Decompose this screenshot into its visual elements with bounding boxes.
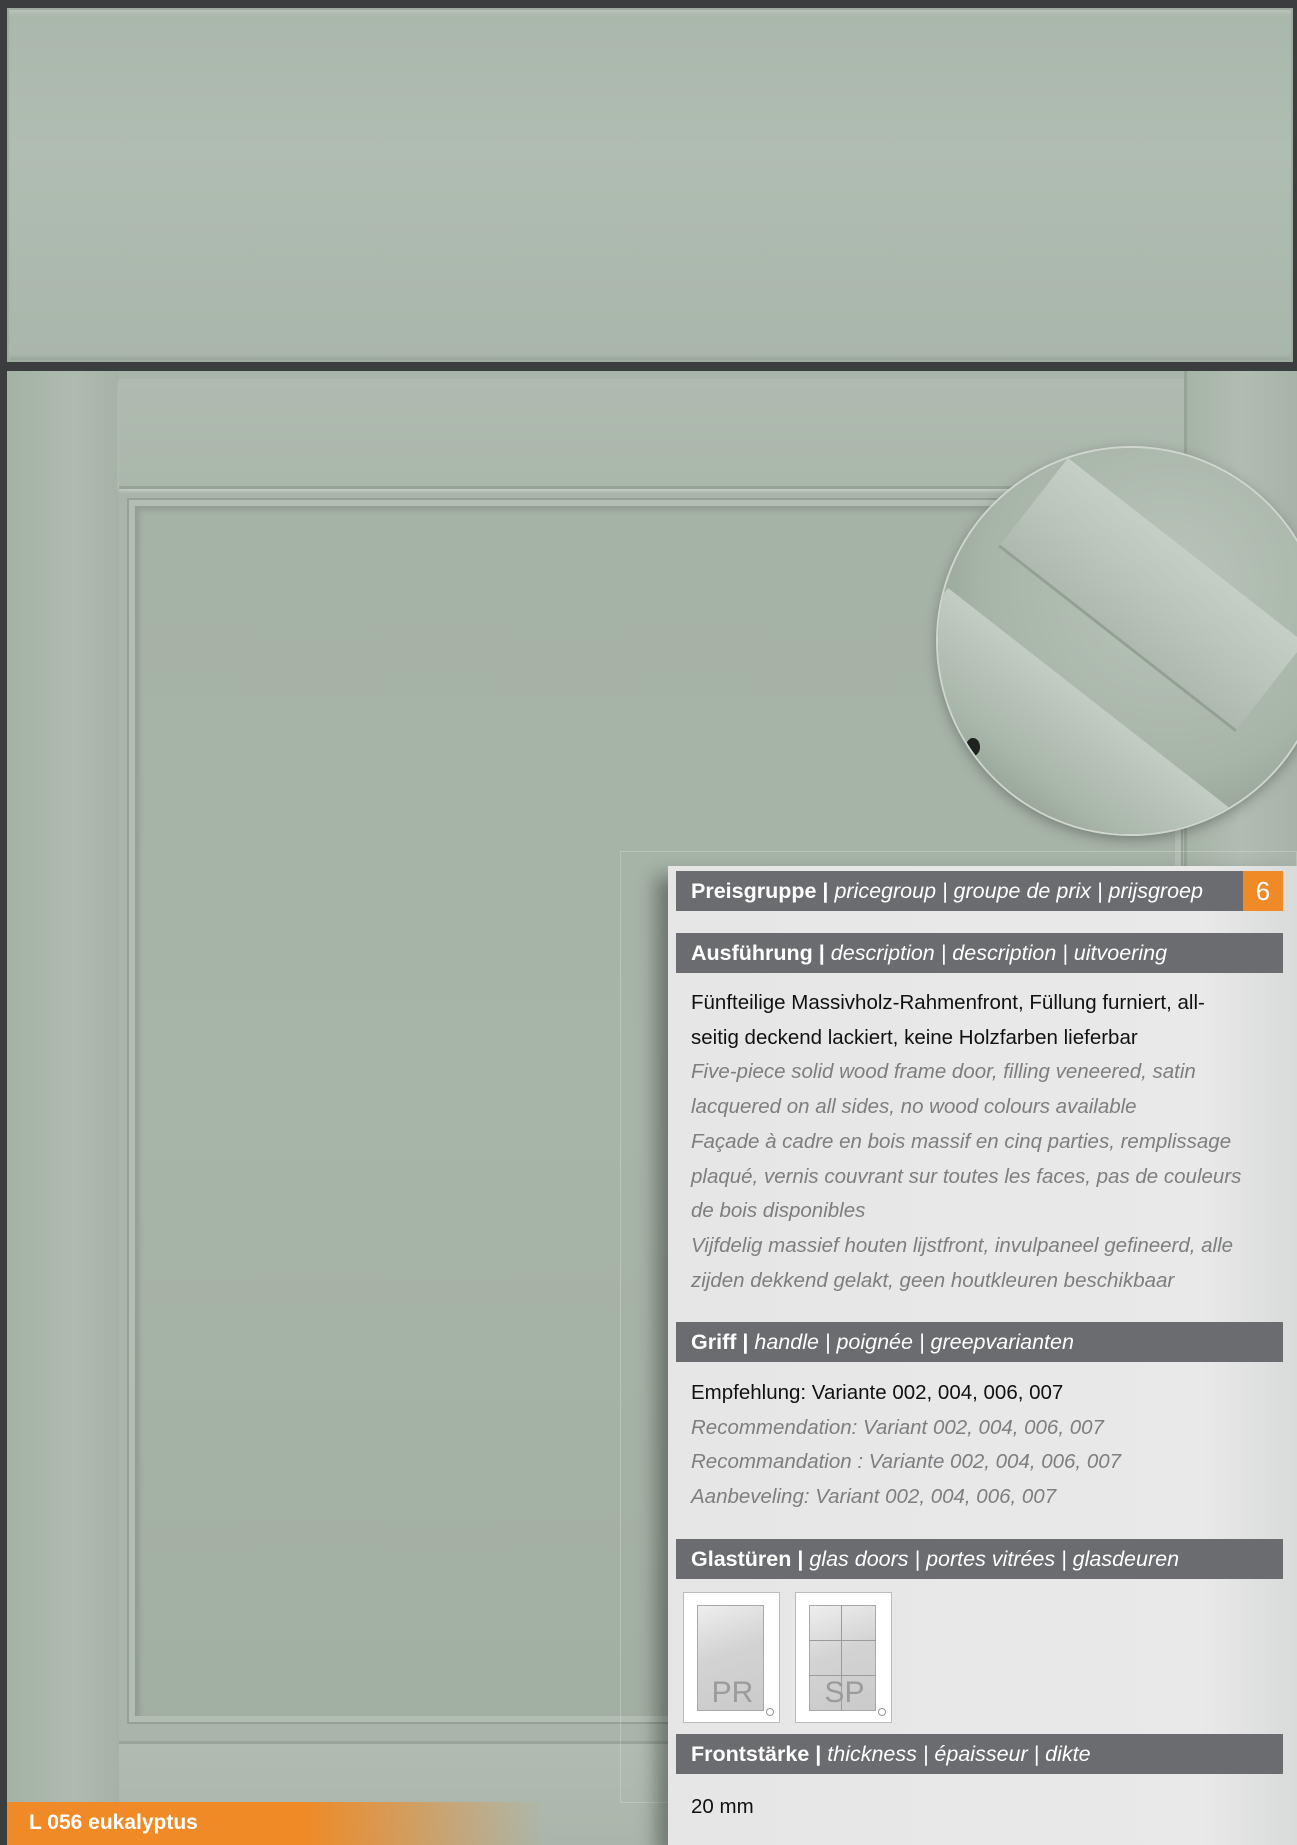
description-nl-line: Vijfdelig massief houten lijstfront, inv… [691,1233,1234,1257]
glass-door-code: PR [711,1676,754,1709]
handle-de: Empfehlung: Variante 002, 004, 006, 007 [691,1381,1064,1404]
door-rail-top [119,379,1184,489]
description-en-line: lacquered on all sides, no wood colours … [691,1095,1137,1119]
price-group-header: Preisgruppe | pricegroup | groupe de pri… [676,871,1283,911]
price-group-badge: 6 [1243,871,1283,911]
product-name-bar: L 056 eukalyptus [7,1802,547,1845]
glass-doors-translations: glas doors | portes vitrées | glasdeuren [809,1547,1180,1571]
description-fr-line: de bois disponibles [691,1199,866,1223]
glass-doors-label: Glastüren | [691,1547,804,1571]
glass-door-mullion-icon: SP [795,1592,892,1723]
handle-label: Griff | [691,1330,749,1354]
price-group-translations: pricegroup | groupe de prix | prijsgroep [834,879,1203,903]
handle-text: Empfehlung: Variante 002, 004, 006, 007 … [691,1376,1271,1515]
description-en-line: Five-piece solid wood frame door, fillin… [691,1060,1196,1084]
info-card: Preisgruppe | pricegroup | groupe de pri… [668,866,1297,1845]
glass-door-plain-icon: PR [683,1592,780,1723]
thickness-translations: thickness | épaisseur | dikte [827,1742,1091,1766]
mullion-horizontal [809,1640,876,1641]
glass-doors-header: Glastüren | glas doors | portes vitrées … [676,1539,1283,1579]
product-name: L 056 eukalyptus [29,1811,198,1834]
description-nl-line: zijden dekkend gelakt, geen houtkleuren … [691,1268,1175,1292]
description-translations: description | description | uitvoering [830,941,1168,965]
description-text: Fünfteilige Massivholz-Rahmenfront, Füll… [691,986,1271,1298]
thickness-value: 20 mm [691,1795,754,1818]
description-fr-line: plaqué, vernis couvrant sur toutes les f… [691,1164,1242,1188]
door-stile-left [7,371,119,1845]
handle-translations: handle | poignée | greepvarianten [754,1330,1074,1354]
door-knob-icon [878,1708,886,1716]
price-group-label: Preisgruppe | [691,879,829,903]
glass-door-code: SP [824,1676,865,1709]
handle-en: Recommendation: Variant 002, 004, 006, 0… [691,1415,1104,1439]
handle-header: Griff | handle | poignée | greepvariante… [676,1322,1283,1362]
detail-zoom-circle [938,448,1297,834]
zoom-handle-hole [966,738,980,756]
description-label: Ausführung | [691,941,825,965]
description-fr-line: Façade à cadre en bois massif en cinq pa… [691,1129,1232,1153]
thickness-text: 20 mm [691,1790,1271,1825]
door-knob-icon [766,1708,774,1716]
description-header: Ausführung | description | description |… [676,933,1283,973]
handle-fr: Recommandation : Variante 002, 004, 006,… [691,1450,1122,1474]
description-de-line: seitig deckend lackiert, keine Holzfarbe… [691,1025,1138,1049]
description-de-line: Fünfteilige Massivholz-Rahmenfront, Füll… [691,991,1205,1014]
thickness-header: Frontstärke | thickness | épaisseur | di… [676,1734,1283,1774]
drawer-front [7,8,1293,362]
thickness-label: Frontstärke | [691,1742,822,1766]
handle-nl: Aanbeveling: Variant 002, 004, 006, 007 [691,1485,1057,1509]
